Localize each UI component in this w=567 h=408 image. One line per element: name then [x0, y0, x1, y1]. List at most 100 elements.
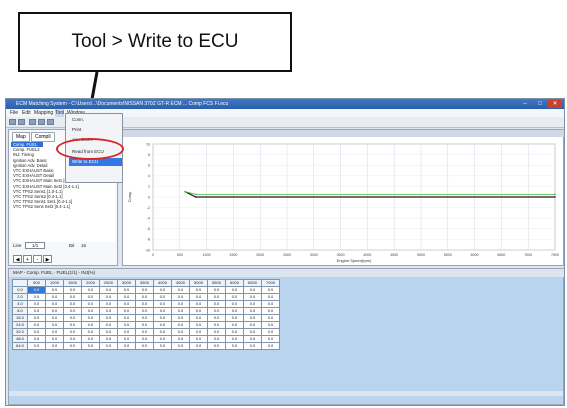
- table-cell[interactable]: 0.0: [171, 300, 190, 308]
- table-cell[interactable]: 0.0: [63, 335, 82, 343]
- table-cell[interactable]: 0.0: [81, 342, 100, 350]
- table-cell[interactable]: 0.0: [243, 328, 262, 336]
- table-cell[interactable]: 0.0: [261, 286, 280, 294]
- table-cell[interactable]: 0.0: [117, 300, 136, 308]
- table-cell[interactable]: 0.0: [99, 321, 118, 329]
- table-cell[interactable]: 0.0: [225, 307, 244, 315]
- table-cell[interactable]: 0.0: [171, 307, 190, 315]
- table-cell[interactable]: 0.0: [117, 307, 136, 315]
- table-cell[interactable]: 0.0: [117, 328, 136, 336]
- table-cell[interactable]: 0.0: [153, 328, 172, 336]
- table-cell[interactable]: 0.0: [99, 342, 118, 350]
- table-cell[interactable]: 0.0: [171, 328, 190, 336]
- table-cell[interactable]: 0.0: [243, 321, 262, 329]
- table-cell[interactable]: 0.0: [27, 328, 46, 336]
- save-icon[interactable]: [18, 119, 25, 125]
- table-cell[interactable]: 0.0: [189, 328, 208, 336]
- table-cell[interactable]: 0.0: [117, 293, 136, 301]
- table-cell[interactable]: 0.0: [207, 307, 226, 315]
- close-button[interactable]: ✕: [548, 100, 562, 108]
- table-cell[interactable]: 0.0: [171, 286, 190, 294]
- table-cell[interactable]: 0.0: [207, 328, 226, 336]
- table-cell[interactable]: 0.0: [261, 342, 280, 350]
- table-cell[interactable]: 0.0: [27, 286, 46, 294]
- table-cell[interactable]: 0.0: [45, 328, 64, 336]
- table-cell[interactable]: 0.0: [189, 342, 208, 350]
- table-cell[interactable]: 0.0: [81, 321, 100, 329]
- tab-map[interactable]: Map: [12, 132, 30, 142]
- table-cell[interactable]: 0.0: [243, 307, 262, 315]
- table-cell[interactable]: 0.0: [135, 300, 154, 308]
- table-cell[interactable]: 0.0: [153, 300, 172, 308]
- table-cell[interactable]: 0.0: [81, 335, 100, 343]
- table-cell[interactable]: 0.0: [225, 300, 244, 308]
- paste-icon[interactable]: [38, 119, 45, 125]
- tab-compil[interactable]: Compil: [31, 132, 55, 142]
- table-cell[interactable]: 0.0: [45, 335, 64, 343]
- menu-item-print[interactable]: Print: [69, 126, 122, 134]
- table-cell[interactable]: 0.0: [171, 293, 190, 301]
- table-cell[interactable]: 0.0: [117, 335, 136, 343]
- table-cell[interactable]: 0.0: [243, 293, 262, 301]
- table-cell[interactable]: 0.0: [171, 321, 190, 329]
- table-cell[interactable]: 0.0: [63, 300, 82, 308]
- table-cell[interactable]: 0.0: [27, 307, 46, 315]
- table-cell[interactable]: 0.0: [45, 342, 64, 350]
- table-cell[interactable]: 0.0: [225, 321, 244, 329]
- table-cell[interactable]: 0.0: [99, 307, 118, 315]
- table-cell[interactable]: 0.0: [27, 293, 46, 301]
- table-cell[interactable]: 0.0: [63, 314, 82, 322]
- table-cell[interactable]: 0.0: [243, 300, 262, 308]
- maximize-button[interactable]: □: [533, 100, 547, 108]
- table-cell[interactable]: 0.0: [153, 342, 172, 350]
- table-cell[interactable]: 0.0: [63, 321, 82, 329]
- table-cell[interactable]: 0.0: [207, 335, 226, 343]
- table-cell[interactable]: 0.0: [99, 286, 118, 294]
- menu-tool[interactable]: Tool: [55, 109, 65, 117]
- table-cell[interactable]: 0.0: [135, 328, 154, 336]
- table-cell[interactable]: 0.0: [63, 293, 82, 301]
- table-cell[interactable]: 0.0: [225, 342, 244, 350]
- table-cell[interactable]: 0.0: [81, 293, 100, 301]
- table-cell[interactable]: 0.0: [45, 300, 64, 308]
- table-cell[interactable]: 0.0: [189, 321, 208, 329]
- table-cell[interactable]: 0.0: [99, 293, 118, 301]
- table-cell[interactable]: 0.0: [153, 293, 172, 301]
- table-cell[interactable]: 0.0: [261, 293, 280, 301]
- table-cell[interactable]: 0.0: [171, 314, 190, 322]
- table-cell[interactable]: 0.0: [225, 314, 244, 322]
- table-cell[interactable]: 0.0: [45, 314, 64, 322]
- table-cell[interactable]: 0.0: [171, 335, 190, 343]
- table-scrollbar[interactable]: [9, 391, 563, 396]
- table-cell[interactable]: 0.0: [63, 286, 82, 294]
- table-cell[interactable]: 0.0: [207, 321, 226, 329]
- table-cell[interactable]: 0.0: [207, 342, 226, 350]
- table-cell[interactable]: 0.0: [45, 286, 64, 294]
- table-cell[interactable]: 0.0: [243, 286, 262, 294]
- table-cell[interactable]: 0.0: [207, 293, 226, 301]
- table-cell[interactable]: 0.0: [189, 300, 208, 308]
- table-cell[interactable]: 0.0: [117, 321, 136, 329]
- table-cell[interactable]: 0.0: [153, 307, 172, 315]
- table-cell[interactable]: 0.0: [225, 293, 244, 301]
- table-cell[interactable]: 0.0: [135, 335, 154, 343]
- table-cell[interactable]: 0.0: [225, 335, 244, 343]
- table-cell[interactable]: 0.0: [135, 342, 154, 350]
- table-cell[interactable]: 0.0: [27, 342, 46, 350]
- table-cell[interactable]: 0.0: [261, 321, 280, 329]
- table-cell[interactable]: 0.0: [63, 307, 82, 315]
- table-cell[interactable]: 0.0: [153, 286, 172, 294]
- table-cell[interactable]: 0.0: [261, 335, 280, 343]
- table-cell[interactable]: 0.0: [117, 314, 136, 322]
- table-cell[interactable]: 0.0: [135, 293, 154, 301]
- menu-mapping[interactable]: Mapping: [34, 109, 53, 117]
- open-icon[interactable]: [9, 119, 16, 125]
- table-cell[interactable]: 0.0: [207, 314, 226, 322]
- table-cell[interactable]: 0.0: [135, 321, 154, 329]
- step-prev-button[interactable]: ◀: [13, 255, 22, 263]
- table-cell[interactable]: 0.0: [135, 314, 154, 322]
- table-cell[interactable]: 0.0: [27, 335, 46, 343]
- table-cell[interactable]: 0.0: [63, 328, 82, 336]
- table-cell[interactable]: 0.0: [27, 321, 46, 329]
- table-cell[interactable]: 0.0: [153, 321, 172, 329]
